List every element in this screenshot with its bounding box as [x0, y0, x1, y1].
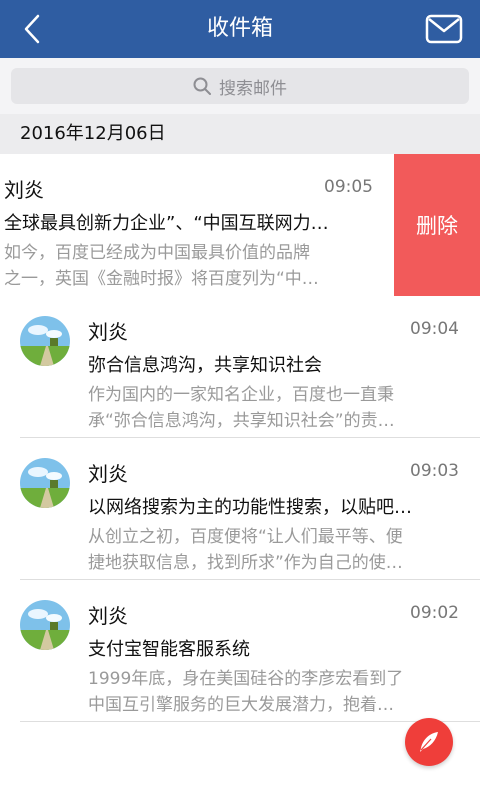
- landscape-avatar-image: [20, 458, 70, 508]
- mail-preview-line2: 中国互引擎服务的巨大发展潜力，抱着…: [88, 695, 394, 715]
- mail-time: 09:03: [410, 461, 459, 481]
- top-nav-bar: 收件箱: [0, 0, 480, 58]
- mail-preview-line2: 承“弥合信息鸿沟，共享知识社会”的责…: [88, 411, 395, 431]
- envelope-icon: [425, 14, 463, 44]
- sender-name: 刘炎: [4, 178, 44, 202]
- feather-icon: [420, 732, 438, 752]
- sender-name: 刘炎: [88, 604, 128, 628]
- sender-name: 刘炎: [88, 462, 128, 486]
- date-group-header: 2016年12月06日: [0, 114, 480, 154]
- landscape-avatar-image: [20, 316, 70, 366]
- mail-preview-line2: 之一，英国《金融时报》将百度列为“中…: [4, 269, 319, 289]
- avatar: [20, 600, 70, 650]
- search-input[interactable]: 搜索邮件: [11, 68, 469, 104]
- mail-subject: 支付宝智能客服系统: [88, 639, 250, 660]
- search-icon: [193, 77, 211, 95]
- delete-button[interactable]: 删除: [394, 154, 480, 296]
- search-area: 搜索邮件: [0, 58, 480, 114]
- mail-subject: 以网络搜索为主的功能性搜索，以贴吧…: [88, 497, 412, 518]
- mail-subject: 全球最具创新力企业”、“中国互联网力…: [4, 213, 329, 234]
- mail-preview-line1: 如今，百度已经成为中国最具价值的品牌: [4, 243, 310, 263]
- write-mail-button[interactable]: [405, 718, 453, 766]
- list-item[interactable]: 刘炎 09:04 弥合信息鸿沟，共享知识社会 作为国内的一家知名企业，百度也一直…: [0, 296, 480, 438]
- landscape-avatar-image: [20, 600, 70, 650]
- page-title: 收件箱: [206, 16, 273, 41]
- mail-time: 09:02: [410, 603, 459, 623]
- search-placeholder: 搜索邮件: [219, 78, 287, 99]
- mail-subject: 弥合信息鸿沟，共享知识社会: [88, 355, 322, 376]
- avatar: [20, 458, 70, 508]
- mail-preview-line1: 从创立之初，百度便将“让人们最平等、便: [88, 527, 403, 547]
- sender-name: 刘炎: [88, 320, 128, 344]
- mail-preview-line1: 1999年底，身在美国硅谷的李彦宏看到了: [88, 669, 404, 689]
- mail-time: 09:05: [324, 177, 373, 197]
- divider: [20, 721, 480, 722]
- mail-time: 09:04: [410, 319, 459, 339]
- mail-content[interactable]: 刘炎 09:05 全球最具创新力企业”、“中国互联网力… 如今，百度已经成为中国…: [0, 154, 394, 296]
- mail-preview-line1: 作为国内的一家知名企业，百度也一直秉: [88, 385, 394, 405]
- mail-preview-line2: 捷地获取信息，找到所求”作为自己的使…: [88, 553, 403, 573]
- swiped-mail-row[interactable]: 刘炎 09:05 全球最具创新力企业”、“中国互联网力… 如今，百度已经成为中国…: [0, 154, 480, 296]
- avatar: [20, 316, 70, 366]
- list-item[interactable]: 刘炎 09:03 以网络搜索为主的功能性搜索，以贴吧… 从创立之初，百度便将“让…: [0, 438, 480, 580]
- compose-button[interactable]: [424, 12, 464, 46]
- list-item[interactable]: 刘炎 09:02 支付宝智能客服系统 1999年底，身在美国硅谷的李彦宏看到了 …: [0, 580, 480, 722]
